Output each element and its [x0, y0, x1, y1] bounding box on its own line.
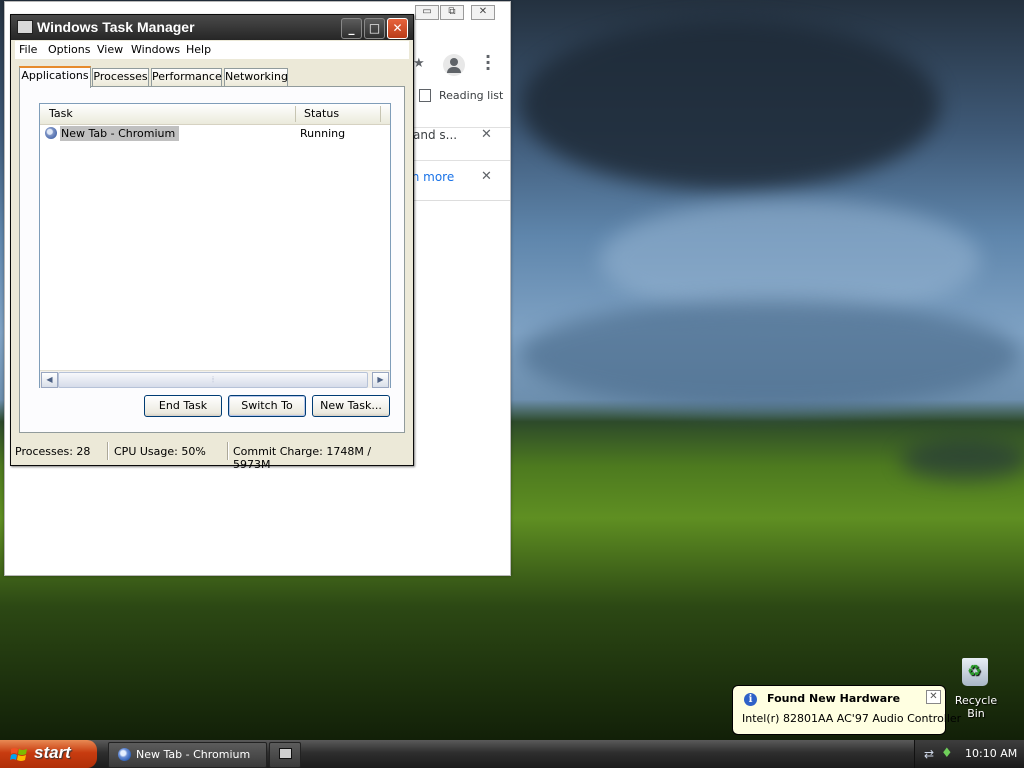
close-button[interactable]: ✕ [387, 18, 408, 39]
recycle-bin-icon[interactable]: Recycle Bin [946, 658, 1006, 720]
reading-list-label[interactable]: Reading list [439, 89, 503, 102]
column-header-status[interactable]: Status [304, 107, 339, 120]
end-task-button[interactable]: End Task [144, 395, 222, 417]
menu-windows[interactable]: Windows [131, 43, 180, 56]
menu-file[interactable]: File [19, 43, 37, 56]
window-title: Windows Task Manager [37, 19, 195, 35]
task-list-header: Task Status [40, 104, 390, 125]
applications-panel: Task Status New Tab - Chromium Running ◀… [19, 86, 405, 433]
recycle-bin-graphic [962, 658, 988, 686]
taskbar-item-task-manager[interactable] [269, 742, 301, 768]
minimize-button[interactable]: _ [341, 18, 362, 39]
clock[interactable]: 10:10 AM [965, 747, 1017, 760]
tab-processes[interactable]: Processes [92, 68, 149, 86]
task-name[interactable]: New Tab - Chromium [60, 126, 180, 141]
safely-remove-hardware-icon[interactable]: ♦ [941, 746, 953, 761]
scroll-right-arrow-icon[interactable]: ▶ [372, 372, 389, 388]
taskbar-item-chromium[interactable]: New Tab - Chromium [108, 742, 267, 768]
tab-applications[interactable]: Applications [19, 66, 91, 88]
learn-more-link[interactable]: rn more [407, 170, 454, 184]
status-processes: Processes: 28 [15, 445, 91, 458]
chromium-icon [118, 748, 131, 761]
notification-balloon[interactable]: i Found New Hardware ✕ Intel(r) 82801AA … [732, 685, 961, 735]
horizontal-scrollbar[interactable]: ◀ ⦙ ▶ [40, 370, 390, 388]
start-label: start [34, 743, 71, 762]
scroll-thumb[interactable]: ⦙ [58, 372, 368, 388]
windows-logo-icon [10, 748, 27, 761]
network-icon[interactable]: ⇄ [924, 747, 934, 761]
dismiss-close-icon[interactable]: ✕ [481, 169, 492, 184]
task-manager-icon [17, 20, 33, 34]
chromium-restore-button[interactable]: ⧉ [440, 5, 464, 20]
chromium-toolbar-area: ★ · · · Reading list and s... ✕ rn more ✕ [407, 20, 510, 201]
task-list[interactable]: Task Status New Tab - Chromium Running ◀… [39, 103, 391, 388]
status-bar: Processes: 28 CPU Usage: 50% Commit Char… [11, 440, 411, 471]
menu-bar: File Options View Windows Help [15, 41, 409, 59]
column-header-task[interactable]: Task [49, 107, 73, 120]
chromium-minimize-button[interactable]: ▭ [415, 5, 439, 20]
reading-list-icon[interactable] [419, 89, 431, 102]
new-task-button[interactable]: New Task... [312, 395, 390, 417]
start-button[interactable]: start [0, 740, 97, 768]
scroll-left-arrow-icon[interactable]: ◀ [41, 372, 58, 388]
menu-options[interactable]: Options [48, 43, 90, 56]
balloon-close-icon[interactable]: ✕ [926, 690, 941, 704]
info-icon: i [744, 693, 757, 706]
chromium-icon [45, 127, 57, 139]
balloon-text: Intel(r) 82801AA AC'97 Audio Controller [742, 712, 962, 725]
tab-performance[interactable]: Performance [151, 68, 222, 86]
menu-help[interactable]: Help [186, 43, 211, 56]
chromium-item-text: and s... [413, 128, 458, 142]
tab-networking[interactable]: Networking [224, 68, 288, 86]
dismiss-close-icon[interactable]: ✕ [481, 127, 492, 142]
more-menu-icon[interactable]: · · · [485, 49, 491, 77]
chromium-close-button[interactable]: ✕ [471, 5, 495, 20]
taskbar-item-label: New Tab - Chromium [136, 748, 251, 761]
menu-view[interactable]: View [97, 43, 123, 56]
task-manager-icon [279, 748, 292, 759]
task-manager-window[interactable]: Windows Task Manager _ □ ✕ File Options … [10, 14, 414, 471]
balloon-title: Found New Hardware [767, 692, 901, 705]
task-status: Running [300, 127, 346, 140]
status-cpu-usage: CPU Usage: 50% [114, 445, 206, 458]
switch-to-button[interactable]: Switch To [228, 395, 306, 417]
maximize-button[interactable]: □ [364, 18, 385, 39]
title-bar[interactable]: Windows Task Manager _ □ ✕ [11, 15, 413, 40]
table-row[interactable]: New Tab - Chromium Running [43, 126, 388, 143]
taskbar: start New Tab - Chromium ⇄ ♦ 10:10 AM [0, 740, 1024, 768]
bookmark-star-icon[interactable]: ★ [413, 56, 425, 71]
profile-avatar-icon[interactable] [443, 54, 465, 76]
status-commit-charge: Commit Charge: 1748M / 5973M [233, 445, 372, 471]
system-tray: ⇄ ♦ 10:10 AM [914, 740, 1024, 768]
